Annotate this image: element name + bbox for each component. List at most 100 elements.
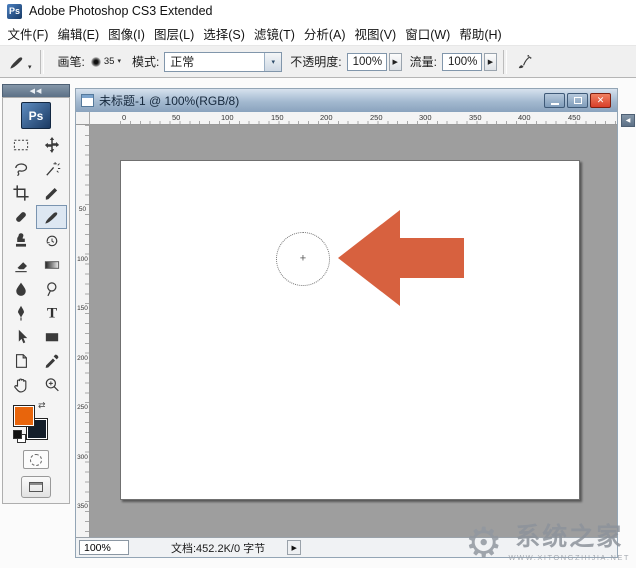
minimize-icon xyxy=(551,103,559,105)
hand-icon xyxy=(12,376,30,394)
menu-help[interactable]: 帮助(H) xyxy=(455,22,506,45)
tool-eyedropper[interactable] xyxy=(36,349,67,373)
screen-mode-icon xyxy=(29,482,43,492)
tool-zoom[interactable] xyxy=(36,373,67,397)
menu-filter[interactable]: 滤镜(T) xyxy=(249,22,299,45)
ruler-label: 200 xyxy=(76,355,89,362)
tool-rectangle-shape[interactable] xyxy=(36,325,67,349)
tool-brush[interactable] xyxy=(36,205,67,229)
minimize-button[interactable] xyxy=(544,93,565,108)
tool-notes[interactable] xyxy=(5,349,36,373)
tool-lasso[interactable] xyxy=(5,157,36,181)
arrow-graphic xyxy=(338,210,464,306)
quick-mask-button[interactable] xyxy=(23,450,49,469)
ruler-label: 200 xyxy=(320,113,333,122)
ruler-label: 0 xyxy=(122,113,126,122)
swap-colors-icon[interactable]: ⇄ xyxy=(38,400,46,411)
default-colors-icon[interactable] xyxy=(13,430,26,443)
eyedropper-icon xyxy=(43,352,61,370)
brush-size-value: 35 xyxy=(104,56,115,67)
ruler-label: 50 xyxy=(172,113,180,122)
gradient-icon xyxy=(43,256,61,274)
maximize-icon xyxy=(574,97,582,104)
window-title: Adobe Photoshop CS3 Extended xyxy=(29,4,212,18)
menu-image[interactable]: 图像(I) xyxy=(104,22,150,45)
menu-window[interactable]: 窗口(W) xyxy=(401,22,455,45)
tool-gradient[interactable] xyxy=(36,253,67,277)
ruler-label: 100 xyxy=(76,256,89,263)
combo-dropdown-icon[interactable]: ▾ xyxy=(264,53,281,71)
flow-input[interactable]: 100% xyxy=(442,53,482,71)
tool-grid: T xyxy=(4,133,68,397)
screen-mode-button[interactable] xyxy=(21,476,51,498)
tool-clone-stamp[interactable] xyxy=(5,229,36,253)
close-button[interactable]: ✕ xyxy=(590,93,611,108)
document-title-bar[interactable]: 未标题-1 @ 100%(RGB/8) ✕ xyxy=(76,89,617,112)
toolbox-body: Ps T xyxy=(2,97,70,504)
lasso-icon xyxy=(12,160,30,178)
tool-spot-healing-brush[interactable] xyxy=(5,205,36,229)
menu-file[interactable]: 文件(F) xyxy=(3,22,53,45)
ruler-label: 250 xyxy=(370,113,383,122)
airbrush-icon xyxy=(515,53,533,71)
ruler-label: 150 xyxy=(76,305,89,312)
tool-slice[interactable] xyxy=(36,181,67,205)
opacity-input[interactable]: 100% xyxy=(347,53,387,71)
type-icon: T xyxy=(43,304,61,322)
menu-layer[interactable]: 图层(L) xyxy=(149,22,198,45)
document-window: 未标题-1 @ 100%(RGB/8) ✕ 0 50 100 150 200 2… xyxy=(75,88,618,558)
brush-preset-picker[interactable]: 35 ▾ xyxy=(88,55,124,68)
flow-label: 流量: xyxy=(410,53,437,70)
tool-move[interactable] xyxy=(36,133,67,157)
menu-analysis[interactable]: 分析(A) xyxy=(299,22,350,45)
zoom-level-input[interactable]: 100% xyxy=(79,540,129,555)
tool-pen[interactable] xyxy=(5,301,36,325)
ruler-label: 250 xyxy=(76,404,89,411)
tool-eraser[interactable] xyxy=(5,253,36,277)
tool-preset-button[interactable]: ▾ xyxy=(6,52,34,72)
options-bar: ▾ 画笔: 35 ▾ 模式: 正常 ▾ 不透明度: 100% ▶ 流量: 100… xyxy=(0,45,636,78)
maximize-button[interactable] xyxy=(567,93,588,108)
tool-hand[interactable] xyxy=(5,373,36,397)
ruler-label: 350 xyxy=(469,113,482,122)
color-swatches: ⇄ xyxy=(13,402,59,444)
opacity-slider-button[interactable]: ▶ xyxy=(389,53,402,71)
photoshop-logo: Ps xyxy=(21,102,51,129)
menu-edit[interactable]: 编辑(E) xyxy=(53,22,104,45)
vertical-ruler: 50 100 150 200 250 300 350 400 xyxy=(76,125,90,537)
tool-horizontal-type[interactable]: T xyxy=(36,301,67,325)
palette-dock-collapse-button[interactable]: ◀ xyxy=(621,114,635,127)
ruler-label: 300 xyxy=(76,454,89,461)
dodge-icon xyxy=(43,280,61,298)
blur-drop-icon xyxy=(12,280,30,298)
ruler-label: 400 xyxy=(518,113,531,122)
tool-crop[interactable] xyxy=(5,181,36,205)
rectangle-shape-icon xyxy=(43,328,61,346)
photoshop-app-icon: Ps xyxy=(7,4,22,19)
tool-magic-wand[interactable] xyxy=(36,157,67,181)
ruler-label: 50 xyxy=(76,206,89,213)
status-menu-button[interactable]: ▶ xyxy=(287,540,301,555)
blend-mode-select[interactable]: 正常 ▾ xyxy=(164,52,282,72)
tool-rectangular-marquee[interactable] xyxy=(5,133,36,157)
brush-icon xyxy=(43,208,61,226)
tool-blur[interactable] xyxy=(5,277,36,301)
canvas-area: + xyxy=(90,125,617,537)
menu-view[interactable]: 视图(V) xyxy=(350,22,401,45)
canvas[interactable]: + xyxy=(120,160,580,500)
foreground-color-swatch[interactable] xyxy=(13,405,35,427)
separator xyxy=(503,50,507,74)
pen-icon xyxy=(12,304,30,322)
airbrush-toggle[interactable] xyxy=(513,51,535,73)
tool-dodge[interactable] xyxy=(36,277,67,301)
title-bar: Ps Adobe Photoshop CS3 Extended xyxy=(0,0,636,22)
separator xyxy=(40,50,44,74)
menu-select[interactable]: 选择(S) xyxy=(199,22,250,45)
toolbox-collapse-button[interactable]: ◀◀ xyxy=(2,84,70,97)
move-icon xyxy=(43,136,61,154)
tool-path-selection[interactable] xyxy=(5,325,36,349)
flow-slider-button[interactable]: ▶ xyxy=(484,53,497,71)
magic-wand-icon xyxy=(43,160,61,178)
tool-history-brush[interactable] xyxy=(36,229,67,253)
path-selection-icon xyxy=(12,328,30,346)
